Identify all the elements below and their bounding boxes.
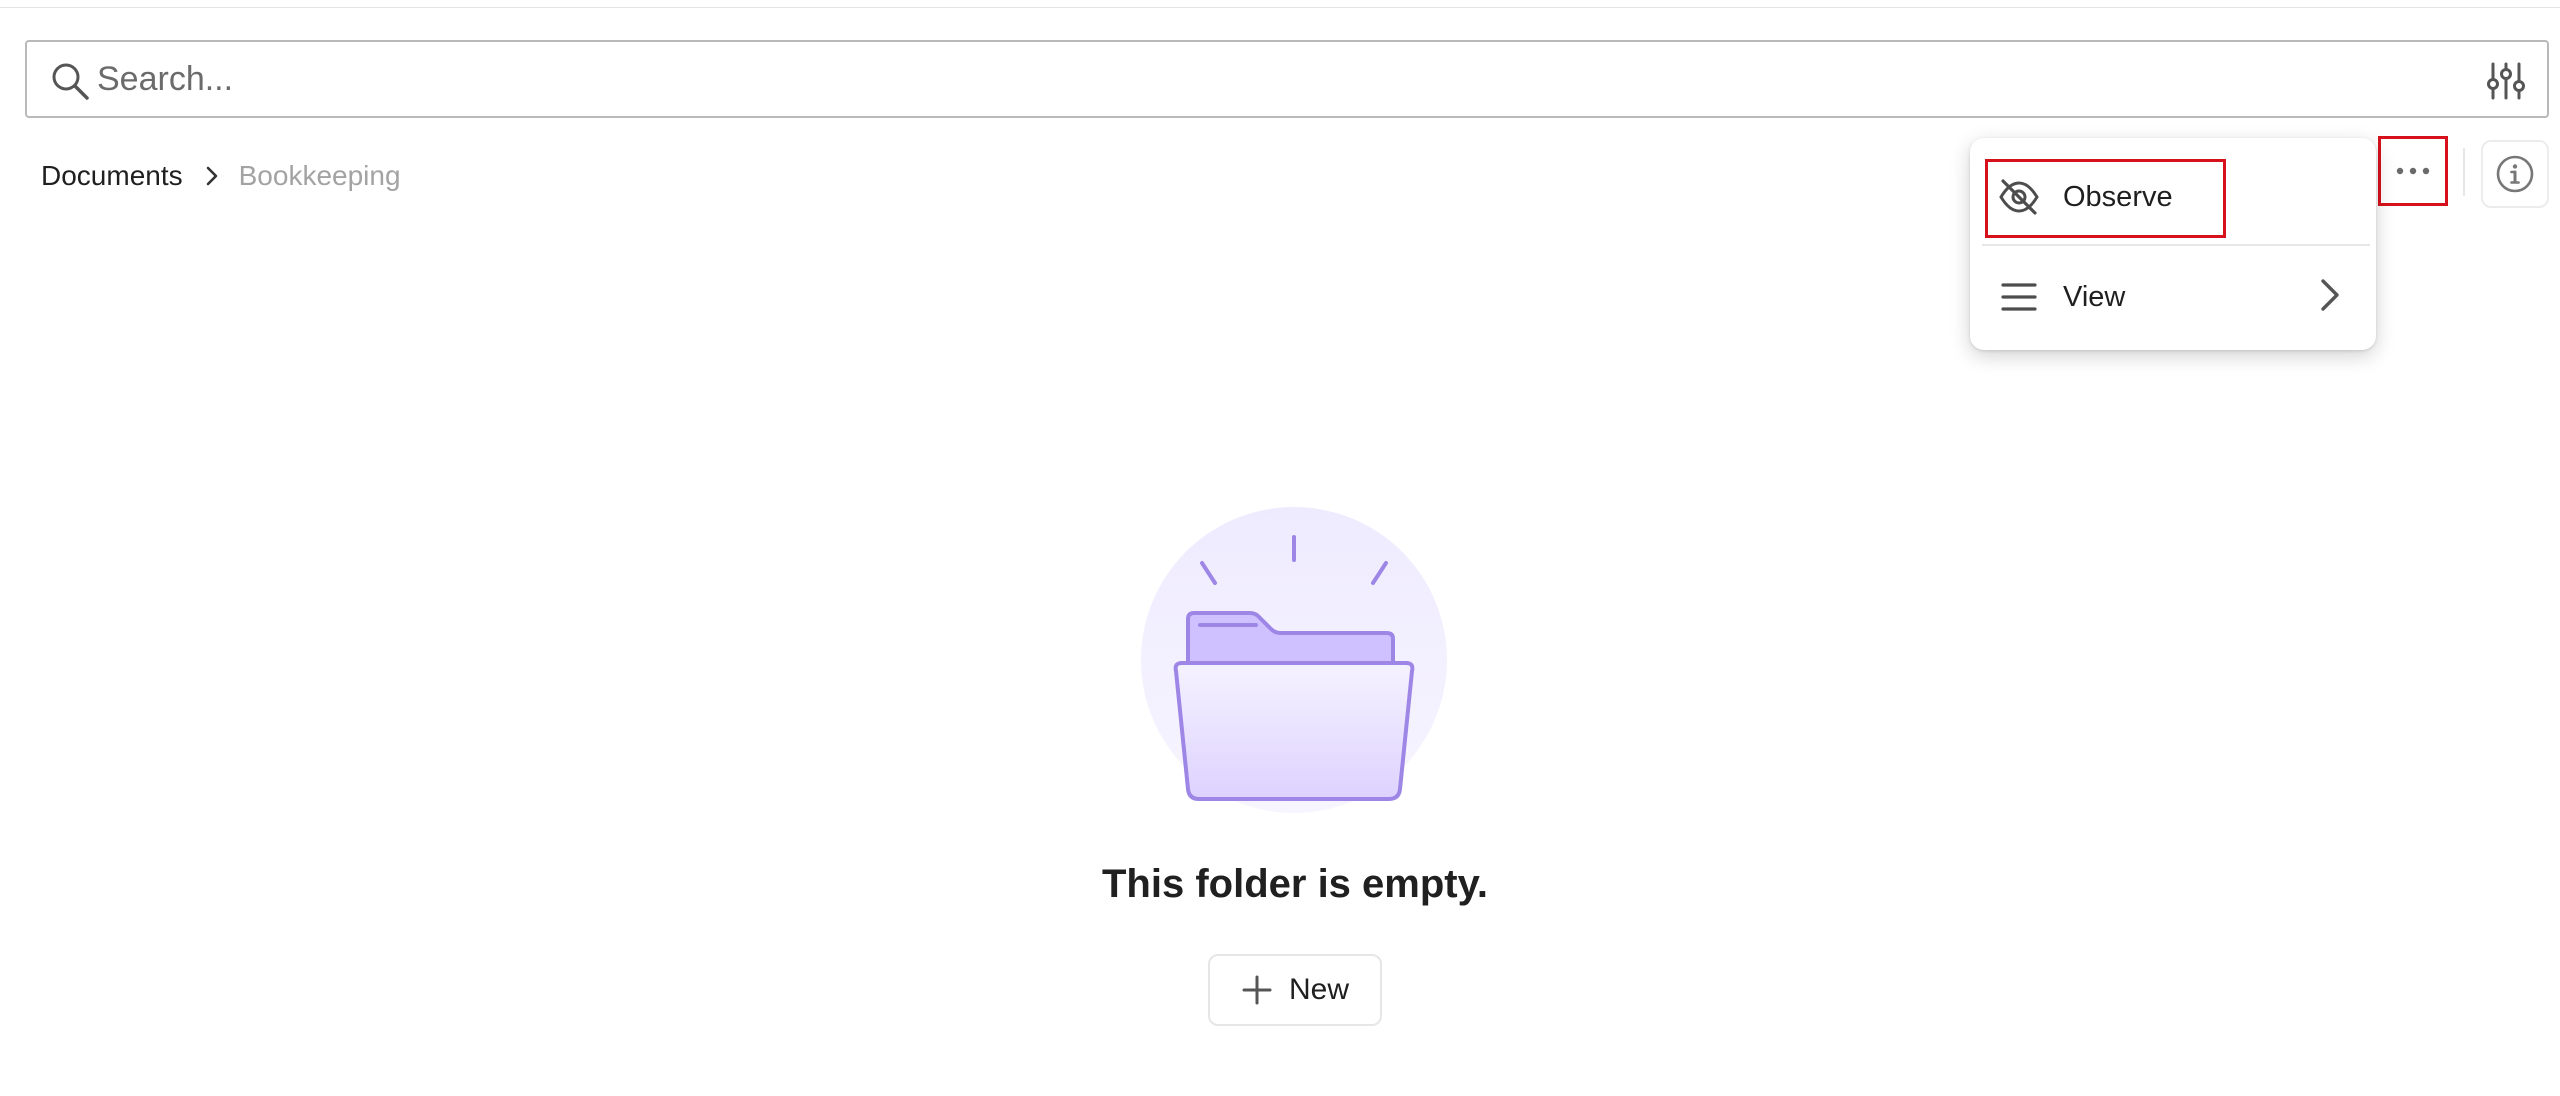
info-button[interactable] xyxy=(2481,140,2549,208)
top-divider xyxy=(0,7,2560,8)
breadcrumb: Documents Bookkeeping xyxy=(41,156,401,196)
new-button-label: New xyxy=(1288,973,1349,1006)
toolbar-divider xyxy=(2463,148,2465,196)
observe-highlight-box xyxy=(1985,159,2226,238)
list-icon xyxy=(2001,283,2037,311)
more-horizontal-icon xyxy=(2396,167,2430,175)
empty-state-title: This folder is empty. xyxy=(1102,862,1488,906)
breadcrumb-bookkeeping: Bookkeeping xyxy=(238,160,401,191)
menu-divider xyxy=(1982,244,2370,246)
search-icon xyxy=(52,63,89,100)
more-options-button[interactable] xyxy=(2378,136,2448,206)
search-input[interactable] xyxy=(97,52,2437,106)
empty-folder-illustration xyxy=(1141,507,1447,813)
menu-item-label: View xyxy=(2063,280,2126,313)
sliders-icon[interactable] xyxy=(2485,60,2527,102)
chevron-right-icon xyxy=(206,166,217,186)
info-icon xyxy=(2496,155,2534,193)
search-bar[interactable] xyxy=(25,40,2549,118)
plus-icon xyxy=(1242,975,1272,1005)
chevron-right-icon xyxy=(2321,279,2339,311)
new-button[interactable]: New xyxy=(1208,954,1382,1026)
breadcrumb-documents[interactable]: Documents xyxy=(41,160,183,192)
